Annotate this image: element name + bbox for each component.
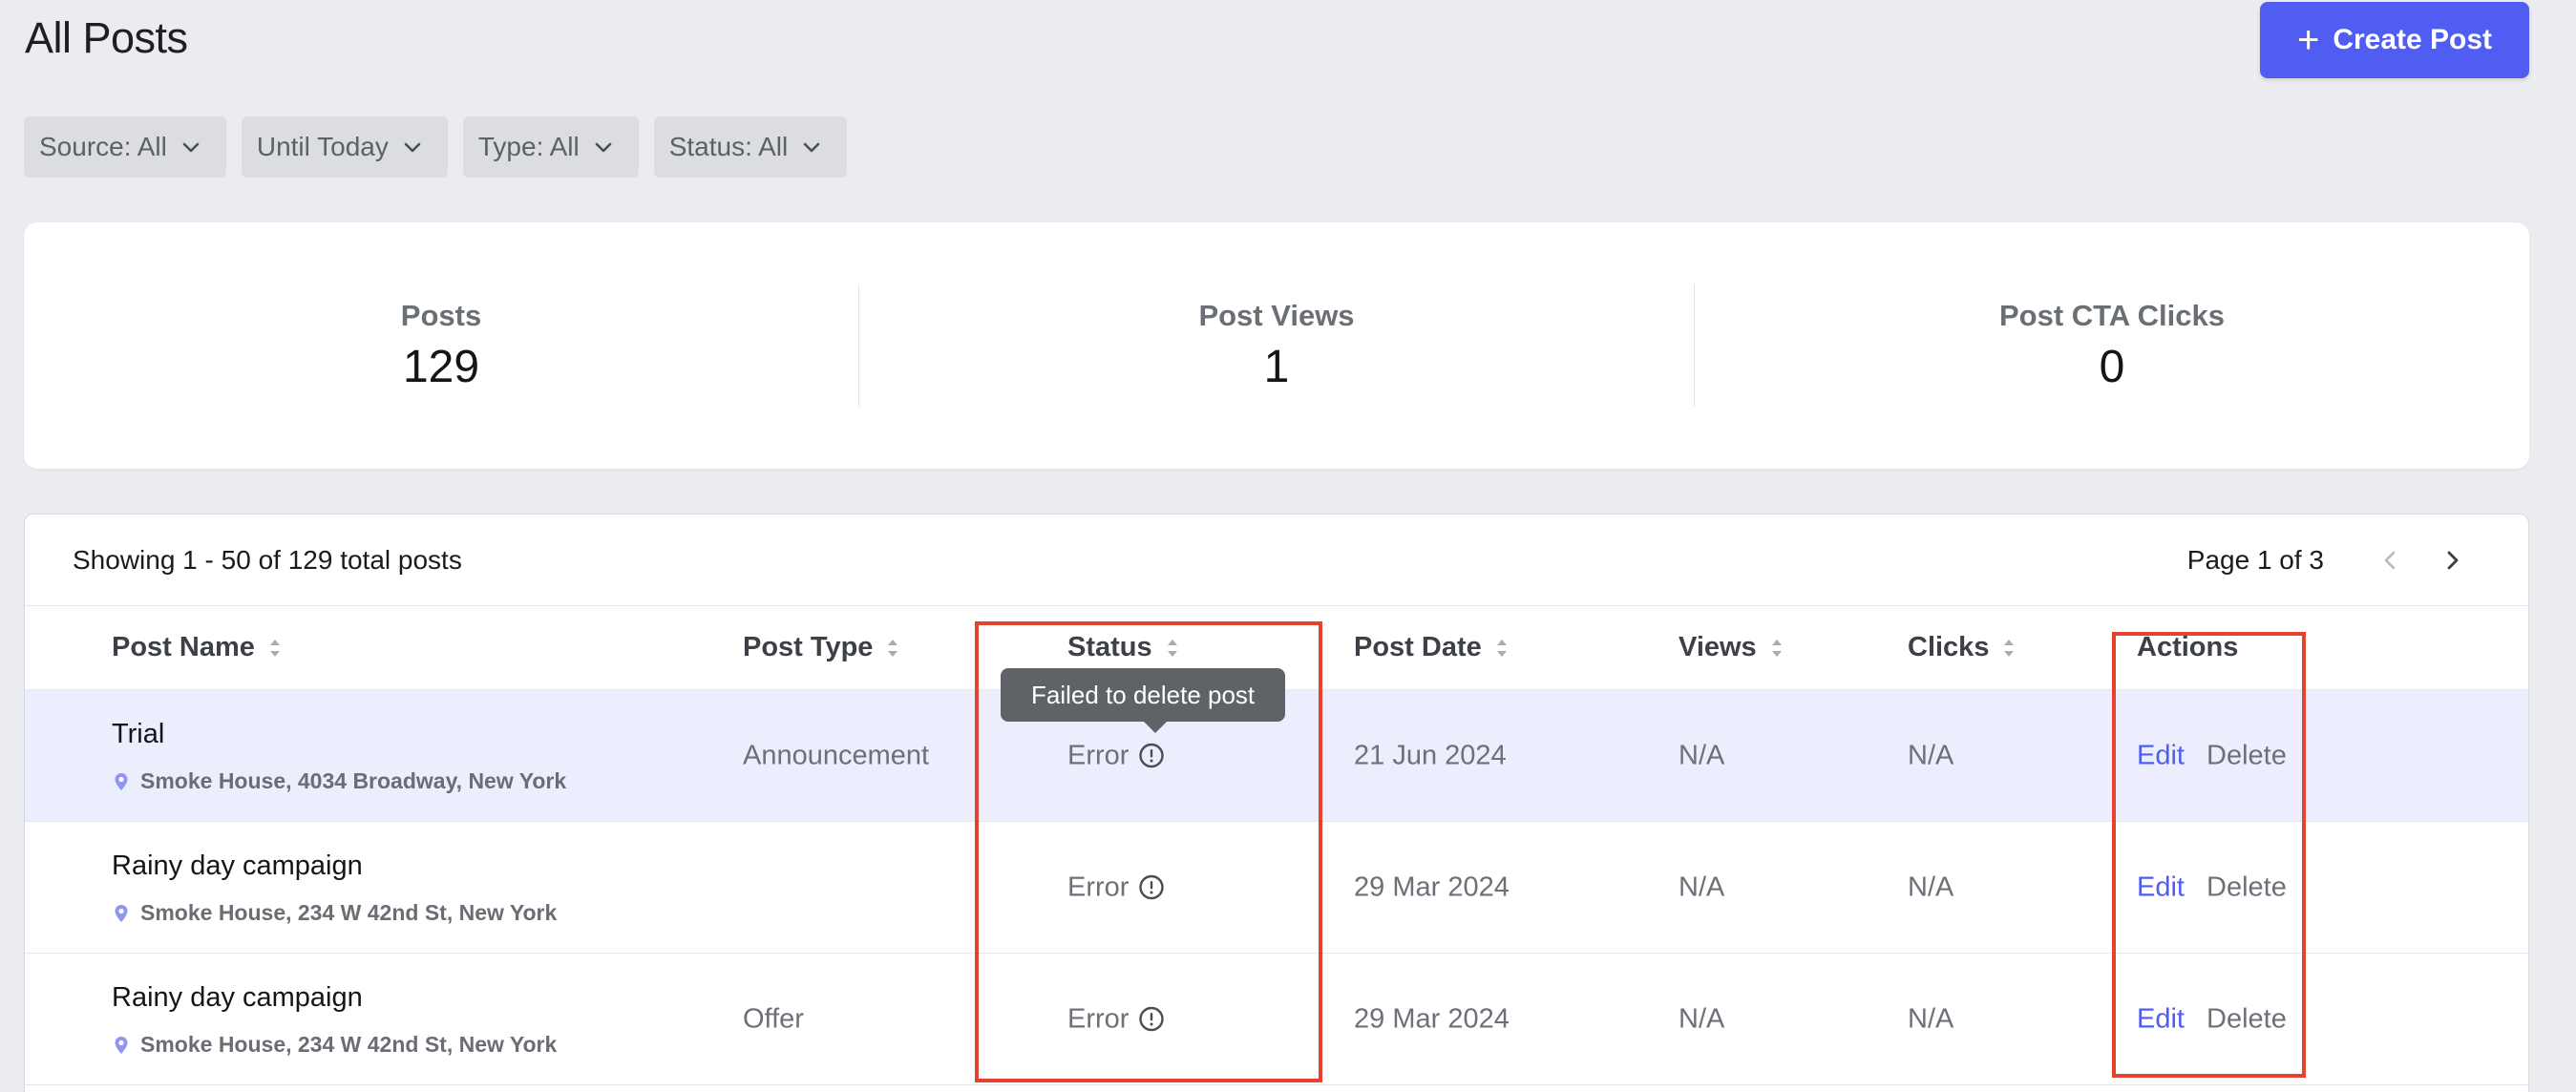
post-views: N/A — [1679, 740, 1725, 770]
post-type: Announcement — [743, 740, 930, 770]
post-clicks: N/A — [1908, 1003, 1954, 1034]
delete-button[interactable]: Delete — [2206, 872, 2287, 903]
column-label: Post Date — [1354, 632, 1482, 662]
column-label: Actions — [2137, 632, 2239, 662]
post-date: 29 Mar 2024 — [1354, 1003, 1510, 1034]
stat-cta-clicks: Post CTA Clicks 0 — [1695, 284, 2529, 407]
col-post-date[interactable]: Post Date — [1354, 632, 1509, 663]
showing-count: Showing 1 - 50 of 129 total posts — [73, 544, 462, 575]
column-label: Status — [1067, 632, 1152, 662]
edit-button[interactable]: Edit — [2137, 1003, 2185, 1035]
col-clicks[interactable]: Clicks — [1908, 632, 2016, 663]
sort-icon — [2002, 637, 2016, 660]
chevron-down-icon — [593, 136, 614, 158]
post-name[interactable]: Rainy day campaign — [112, 982, 363, 1014]
filter-date-range[interactable]: Until Today — [241, 116, 448, 178]
chevron-down-icon — [180, 136, 201, 158]
location-text: Smoke House, 4034 Broadway, New York — [140, 768, 567, 793]
page-title: All Posts — [25, 13, 188, 62]
col-post-type[interactable]: Post Type — [743, 632, 899, 663]
table-row[interactable]: Rainy day campaign Smoke House, 234 W 42… — [25, 822, 2528, 954]
col-actions: Actions — [2137, 632, 2238, 663]
filter-label: Status: All — [668, 132, 789, 161]
chevron-right-icon[interactable] — [2433, 541, 2471, 579]
column-label: Post Type — [743, 632, 874, 662]
post-clicks: N/A — [1908, 872, 1954, 902]
sort-icon — [268, 637, 282, 660]
create-post-button[interactable]: + Create Post — [2260, 2, 2529, 78]
delete-button[interactable]: Delete — [2206, 1003, 2287, 1035]
post-location: Smoke House, 4034 Broadway, New York — [114, 768, 566, 794]
error-info-icon[interactable] — [1138, 1006, 1165, 1033]
post-date: 21 Jun 2024 — [1354, 740, 1507, 770]
location-pin-icon — [114, 772, 129, 791]
post-views: N/A — [1679, 1003, 1725, 1034]
post-name[interactable]: Rainy day campaign — [112, 850, 363, 882]
col-views[interactable]: Views — [1679, 632, 1784, 663]
column-label: Post Name — [112, 632, 255, 662]
table-row[interactable]: Rainy day campaign Smoke House, 234 W 42… — [25, 954, 2528, 1085]
location-text: Smoke House, 234 W 42nd St, New York — [140, 900, 558, 925]
plus-icon: + — [2296, 19, 2320, 61]
chevron-down-icon — [801, 136, 822, 158]
create-post-label: Create Post — [2333, 24, 2493, 55]
stats-card: Posts 129 Post Views 1 Post CTA Clicks 0 — [24, 222, 2529, 469]
status-text: Error — [1067, 1003, 1130, 1034]
post-location: Smoke House, 234 W 42nd St, New York — [114, 900, 557, 926]
post-name[interactable]: Trial — [112, 719, 164, 750]
stat-value: 129 — [402, 341, 480, 392]
post-status[interactable]: Error — [1067, 740, 1165, 771]
col-status[interactable]: Status — [1067, 632, 1179, 663]
post-date: 29 Mar 2024 — [1354, 872, 1510, 902]
filter-label: Until Today — [256, 132, 389, 161]
post-location: Smoke House, 234 W 42nd St, New York — [114, 1032, 557, 1058]
filter-type[interactable]: Type: All — [462, 116, 639, 178]
page-info: Page 1 of 3 — [2186, 544, 2324, 575]
post-clicks: N/A — [1908, 740, 1954, 770]
error-info-icon[interactable] — [1138, 874, 1165, 901]
filter-bar: Source: All Until Today Type: All Status… — [24, 116, 848, 178]
location-pin-icon — [114, 904, 129, 923]
sort-icon — [1770, 637, 1784, 660]
post-type: Offer — [743, 1003, 804, 1034]
post-views: N/A — [1679, 872, 1725, 902]
error-tooltip: Failed to delete post — [1001, 668, 1286, 733]
sort-icon — [886, 637, 899, 660]
edit-button[interactable]: Edit — [2137, 872, 2185, 903]
stat-posts: Posts 129 — [24, 284, 859, 407]
filter-source[interactable]: Source: All — [24, 116, 226, 178]
pagination: Page 1 of 3 — [2187, 541, 2528, 579]
location-text: Smoke House, 234 W 42nd St, New York — [140, 1032, 558, 1057]
chevron-left-icon[interactable] — [2372, 541, 2410, 579]
stat-value: 1 — [1263, 341, 1290, 392]
post-status[interactable]: Error — [1067, 1003, 1165, 1035]
column-label: Views — [1679, 632, 1757, 662]
sort-icon — [1495, 637, 1509, 660]
filter-label: Source: All — [39, 132, 167, 161]
col-post-name[interactable]: Post Name — [112, 632, 282, 663]
post-status[interactable]: Error — [1067, 872, 1165, 903]
status-text: Error — [1067, 740, 1130, 770]
sort-icon — [1166, 637, 1179, 660]
edit-button[interactable]: Edit — [2137, 740, 2185, 771]
posts-table: Showing 1 - 50 of 129 total posts Page 1… — [24, 514, 2529, 1092]
stat-label: Post Views — [1198, 298, 1355, 332]
stat-post-views: Post Views 1 — [859, 284, 1695, 407]
filter-status[interactable]: Status: All — [653, 116, 848, 178]
table-toolbar: Showing 1 - 50 of 129 total posts Page 1… — [25, 514, 2528, 606]
stat-label: Posts — [400, 298, 482, 332]
filter-label: Type: All — [477, 132, 580, 161]
delete-button[interactable]: Delete — [2206, 740, 2287, 771]
stat-value: 0 — [2099, 341, 2125, 392]
posts-page: All Posts + Create Post Source: All Unti… — [0, 0, 2576, 1092]
column-label: Clicks — [1908, 632, 1990, 662]
location-pin-icon — [114, 1036, 129, 1055]
chevron-down-icon — [402, 136, 423, 158]
stat-label: Post CTA Clicks — [1999, 298, 2225, 332]
error-info-icon[interactable] — [1138, 743, 1165, 769]
status-text: Error — [1067, 872, 1130, 902]
